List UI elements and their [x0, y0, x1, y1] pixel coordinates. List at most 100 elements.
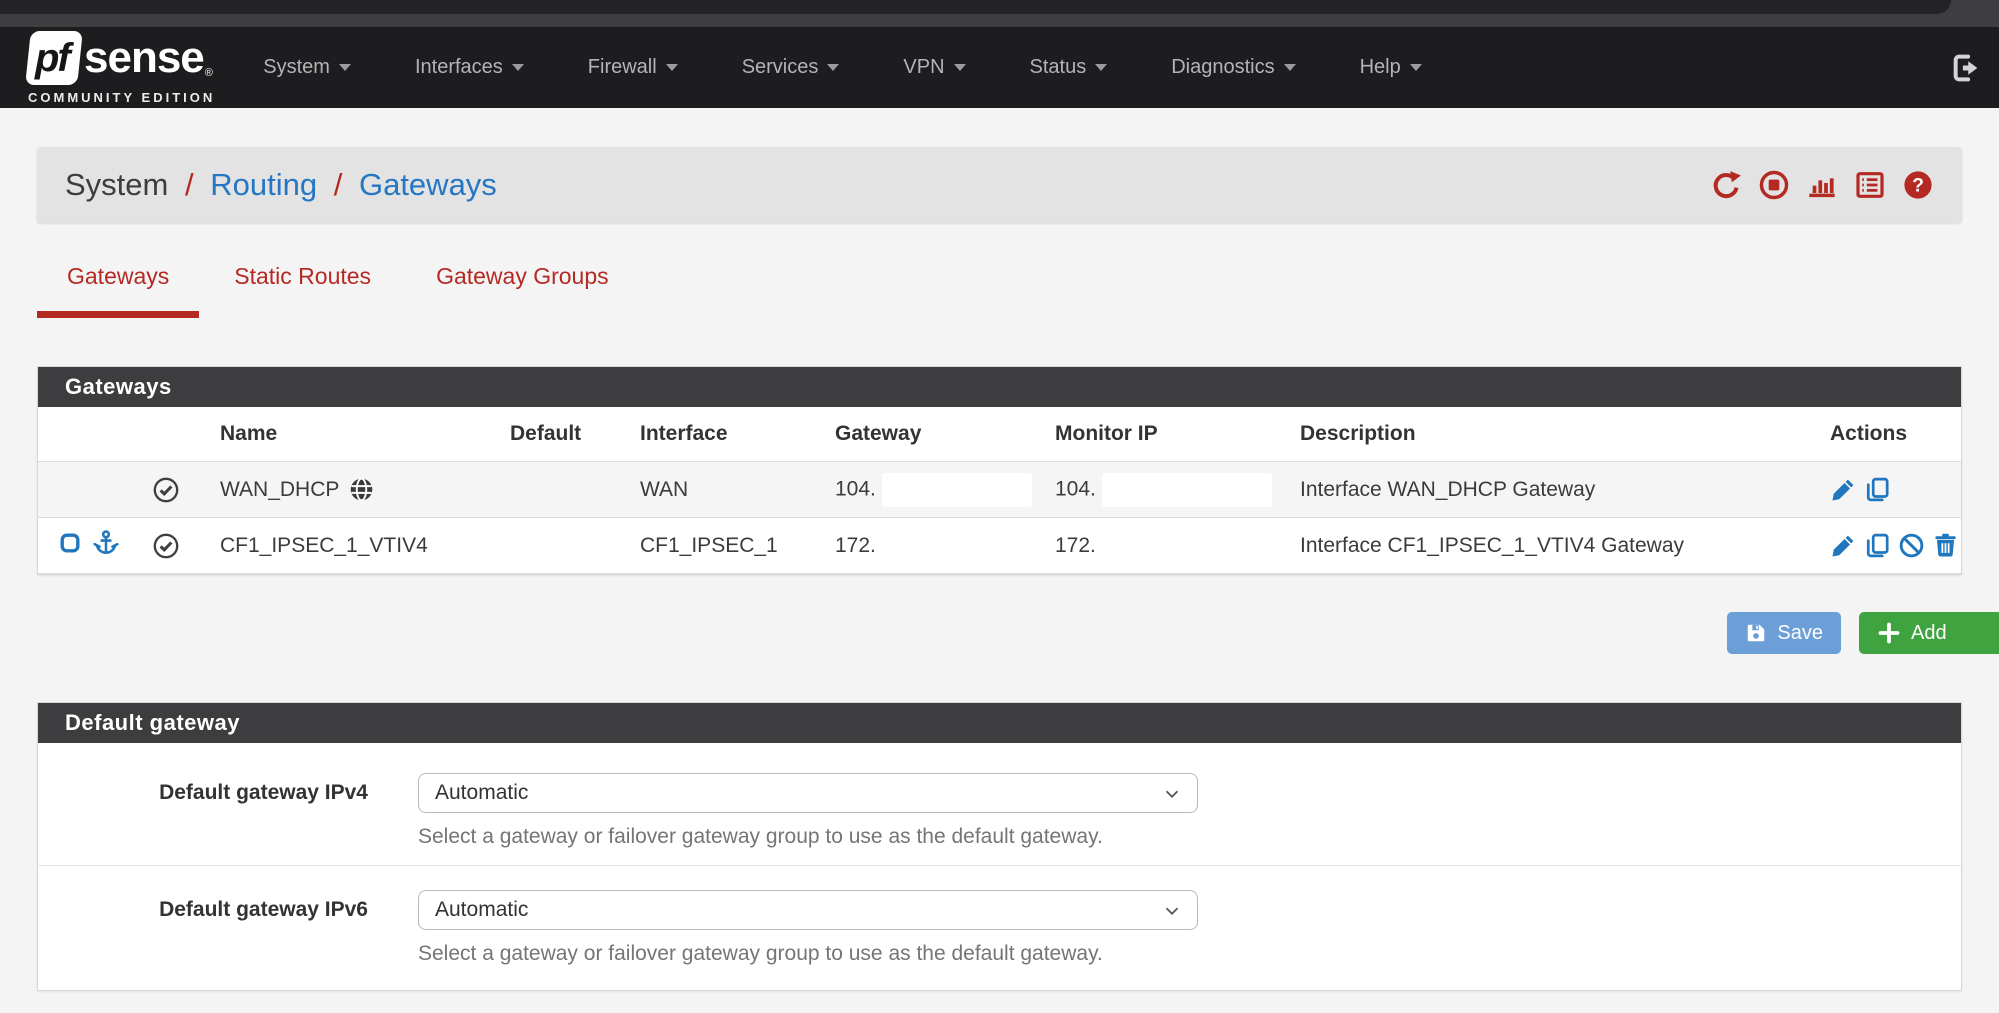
redacted-ip-box [1102, 473, 1272, 507]
default-gateway-ipv6-value: Automatic [435, 898, 528, 922]
gateway-ip: 104. [835, 477, 876, 500]
nav-menu: System Interfaces Firewall Services VPN … [263, 56, 1421, 79]
col-gateway: Gateway [821, 407, 1041, 462]
stop-circle-icon[interactable] [1758, 169, 1790, 201]
gateway-name: CF1_IPSEC_1_VTIV4 [206, 518, 496, 574]
default-gateway-ipv4-label: Default gateway IPv4 [38, 773, 368, 849]
caret-down-icon [666, 64, 678, 71]
default-gateway-panel: Default gateway Default gateway IPv4 Aut… [37, 702, 1962, 991]
svg-text:?: ? [1912, 176, 1924, 197]
default-gateway-ipv6-help: Select a gateway or failover gateway gro… [418, 942, 1198, 966]
breadcrumb-action-icons: ? [1710, 169, 1934, 201]
gateway-interface: CF1_IPSEC_1 [626, 518, 821, 574]
sign-out-icon[interactable] [1949, 51, 1983, 90]
help-icon[interactable]: ? [1902, 169, 1934, 201]
col-default: Default [496, 407, 626, 462]
gateway-description: Interface CF1_IPSEC_1_VTIV4 Gateway [1286, 518, 1816, 574]
gateways-table-header-row: Name Default Interface Gateway Monitor I… [38, 407, 1961, 462]
registered-mark: ® [205, 67, 213, 79]
default-gateway-ipv4-help: Select a gateway or failover gateway gro… [418, 825, 1198, 849]
table-row-cf1-ipsec: CF1_IPSEC_1_VTIV4 CF1_IPSEC_1 172. 172. … [38, 518, 1961, 574]
chevron-down-icon [1161, 783, 1183, 805]
default-gateway-panel-title: Default gateway [38, 703, 1961, 743]
pf-logo-box: pf [25, 31, 83, 85]
table-row-wan-dhcp: WAN_DHCP WAN 104. [38, 462, 1961, 518]
enabled-check-circle-icon [152, 533, 180, 556]
save-button-label: Save [1777, 622, 1823, 645]
breadcrumb-bar: System / Routing / Gateways [37, 147, 1962, 223]
nav-item-system[interactable]: System [263, 56, 351, 79]
default-gateway-ipv4-select[interactable]: Automatic [418, 773, 1198, 813]
square-indicator-icon [58, 531, 82, 561]
save-button[interactable]: Save [1727, 612, 1841, 654]
breadcrumb-link-gateways[interactable]: Gateways [359, 167, 497, 202]
default-gateway-ipv4-row: Default gateway IPv4 Automatic Select a … [38, 743, 1961, 866]
col-actions: Actions [1816, 407, 1961, 462]
nav-item-vpn[interactable]: VPN [903, 56, 965, 79]
nav-item-help[interactable]: Help [1360, 56, 1422, 79]
default-gateway-ipv4-value: Automatic [435, 781, 528, 805]
caret-down-icon [1284, 64, 1296, 71]
add-button[interactable]: Add [1859, 612, 1999, 654]
breadcrumb-separator: / [185, 167, 194, 202]
bar-chart-icon[interactable] [1806, 169, 1838, 201]
breadcrumb-separator: / [334, 167, 343, 202]
disable-ban-icon[interactable] [1898, 532, 1925, 559]
anchor-icon [92, 529, 120, 563]
nav-item-interfaces[interactable]: Interfaces [415, 56, 524, 79]
caret-down-icon [827, 64, 839, 71]
delete-trash-icon[interactable] [1932, 532, 1959, 559]
col-description: Description [1286, 407, 1816, 462]
gateway-default [496, 518, 626, 574]
redacted-ip-box [882, 473, 1032, 507]
nav-item-firewall[interactable]: Firewall [588, 56, 678, 79]
col-name: Name [206, 407, 496, 462]
nav-item-diagnostics[interactable]: Diagnostics [1171, 56, 1295, 79]
default-gateway-ipv6-label: Default gateway IPv6 [38, 890, 368, 966]
tab-gateways[interactable]: Gateways [37, 263, 199, 318]
pfsense-logo-top: pf sense ® [28, 31, 215, 85]
tab-bar: Gateways Static Routes Gateway Groups [37, 263, 1962, 318]
add-button-label: Add [1911, 622, 1947, 645]
button-row: Save Add [37, 612, 1962, 654]
tab-static-routes[interactable]: Static Routes [204, 263, 401, 318]
chevron-down-icon [1161, 900, 1183, 922]
window-chrome [0, 0, 1999, 27]
breadcrumb-link-routing[interactable]: Routing [210, 167, 317, 202]
edit-pencil-icon[interactable] [1830, 532, 1857, 559]
copy-icon[interactable] [1864, 532, 1891, 559]
caret-down-icon [339, 64, 351, 71]
default-gateway-ipv6-select[interactable]: Automatic [418, 890, 1198, 930]
edit-pencil-icon[interactable] [1830, 476, 1857, 503]
nav-item-status[interactable]: Status [1030, 56, 1108, 79]
sense-logo-text: sense [84, 33, 204, 83]
navbar: pf sense ® COMMUNITY EDITION System Inte… [0, 27, 1999, 108]
monitor-ip: 104. [1055, 477, 1096, 500]
enabled-check-circle-icon [152, 477, 180, 500]
caret-down-icon [512, 64, 524, 71]
nav-item-services[interactable]: Services [742, 56, 840, 79]
pfsense-logo[interactable]: pf sense ® COMMUNITY EDITION [28, 31, 215, 105]
community-edition-label: COMMUNITY EDITION [28, 90, 215, 105]
default-gateway-ipv6-row: Default gateway IPv6 Automatic Select a … [38, 866, 1961, 990]
gateway-description: Interface WAN_DHCP Gateway [1286, 462, 1816, 518]
gateways-panel-title: Gateways [38, 367, 1961, 407]
caret-down-icon [1095, 64, 1107, 71]
log-list-icon[interactable] [1854, 169, 1886, 201]
breadcrumb: System / Routing / Gateways [65, 167, 497, 203]
copy-icon[interactable] [1864, 476, 1891, 503]
refresh-icon[interactable] [1710, 169, 1742, 201]
gateways-table: Name Default Interface Gateway Monitor I… [38, 407, 1961, 574]
globe-icon [348, 476, 375, 503]
monitor-ip: 172. [1041, 518, 1286, 574]
gateway-ip: 172. [821, 518, 1041, 574]
tab-gateway-groups[interactable]: Gateway Groups [406, 263, 639, 318]
col-interface: Interface [626, 407, 821, 462]
breadcrumb-root: System [65, 167, 168, 202]
gateways-panel: Gateways Name Default Interface Gateway … [37, 366, 1962, 575]
plus-icon [1877, 621, 1901, 645]
caret-down-icon [954, 64, 966, 71]
window-chrome-dark-strip [0, 0, 1951, 14]
col-monitor-ip: Monitor IP [1041, 407, 1286, 462]
gateway-interface: WAN [626, 462, 821, 518]
